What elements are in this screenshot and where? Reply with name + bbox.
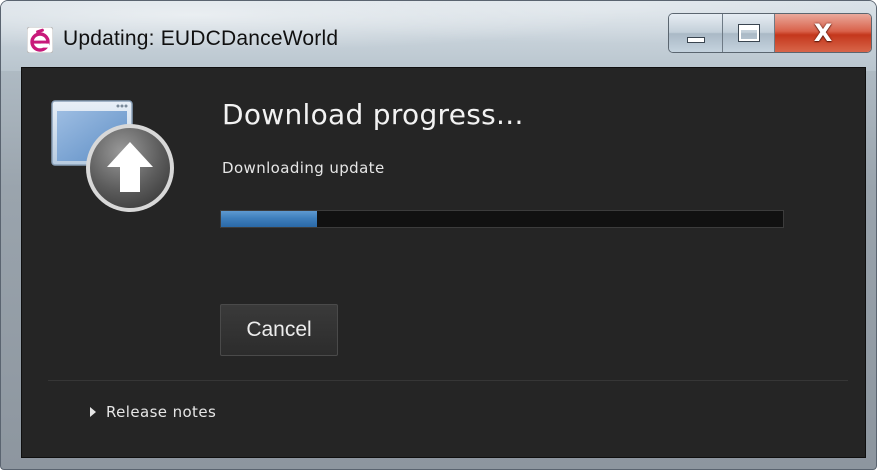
divider — [48, 380, 848, 381]
eudc-app-icon — [27, 27, 53, 53]
window-controls: X — [668, 13, 872, 53]
progress-fill — [221, 211, 317, 227]
download-progress-bar — [220, 210, 784, 228]
status-text: Downloading update — [222, 159, 385, 177]
cancel-button[interactable]: Cancel — [220, 304, 338, 356]
window-title: Updating: EUDCDanceWorld — [63, 27, 339, 50]
dialog-heading: Download progress... — [222, 98, 524, 131]
close-button[interactable]: X — [775, 14, 871, 52]
minimize-icon — [686, 37, 705, 43]
dialog-content: Download progress... Downloading update … — [21, 67, 866, 458]
release-notes-label: Release notes — [106, 403, 217, 421]
updater-window: Updating: EUDCDanceWorld X Download prog… — [0, 0, 877, 470]
update-upload-icon — [51, 100, 174, 212]
minimize-button[interactable] — [669, 14, 723, 52]
maximize-icon — [737, 24, 760, 42]
release-notes-toggle[interactable]: Release notes — [90, 403, 216, 421]
title-bar[interactable]: Updating: EUDCDanceWorld X — [1, 1, 876, 67]
close-icon: X — [813, 19, 833, 47]
triangle-right-icon — [90, 407, 96, 417]
maximize-button[interactable] — [723, 14, 775, 52]
